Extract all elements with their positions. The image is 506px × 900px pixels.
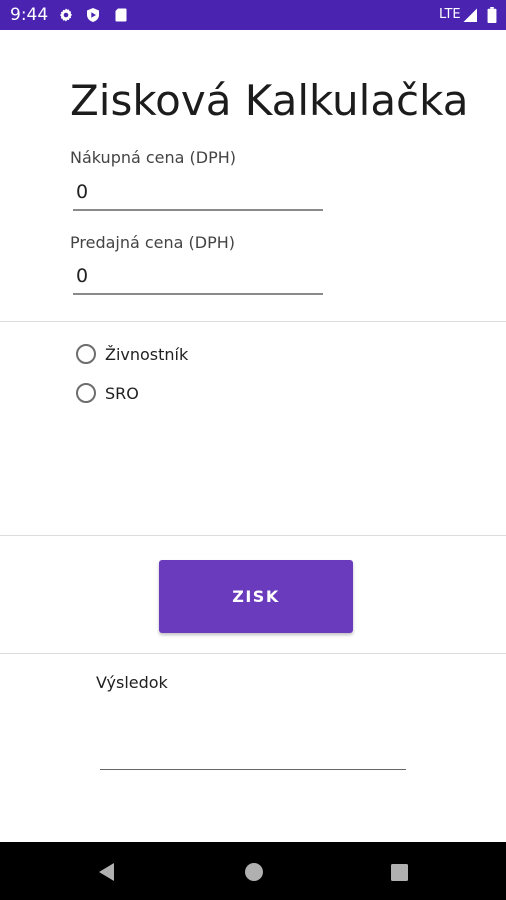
battery-icon: [487, 7, 497, 23]
radio-label: Živnostník: [105, 344, 189, 364]
radio-label: SRO: [105, 383, 139, 403]
back-icon[interactable]: [96, 861, 116, 883]
app-title: Zisková Kalkulačka: [70, 76, 469, 125]
status-bar: 9:44 LTE: [0, 0, 506, 30]
home-icon[interactable]: [244, 862, 264, 882]
divider: [0, 321, 506, 322]
navigation-bar: [0, 842, 506, 900]
profit-button[interactable]: ZISK: [159, 560, 353, 633]
radio-option-sro[interactable]: SRO: [76, 379, 139, 407]
purchase-price-input[interactable]: [73, 175, 323, 211]
sd-card-icon: [115, 8, 127, 22]
signal-icon: [463, 8, 477, 22]
radio-option-zivnostnik[interactable]: Živnostník: [76, 340, 188, 368]
status-time: 9:44: [10, 5, 49, 25]
shield-icon: [87, 8, 99, 22]
result-label: Výsledok: [96, 673, 168, 692]
radio-button[interactable]: [76, 383, 96, 403]
result-field: [100, 769, 406, 770]
recents-icon[interactable]: [390, 863, 409, 882]
divider: [0, 535, 506, 536]
purchase-price-label: Nákupná cena (DPH): [70, 148, 237, 167]
network-type: LTE: [439, 7, 461, 22]
settings-icon: [60, 8, 72, 22]
divider: [0, 653, 506, 654]
selling-price-label: Predajná cena (DPH): [70, 233, 236, 252]
radio-button[interactable]: [76, 344, 96, 364]
selling-price-input[interactable]: [73, 259, 323, 295]
